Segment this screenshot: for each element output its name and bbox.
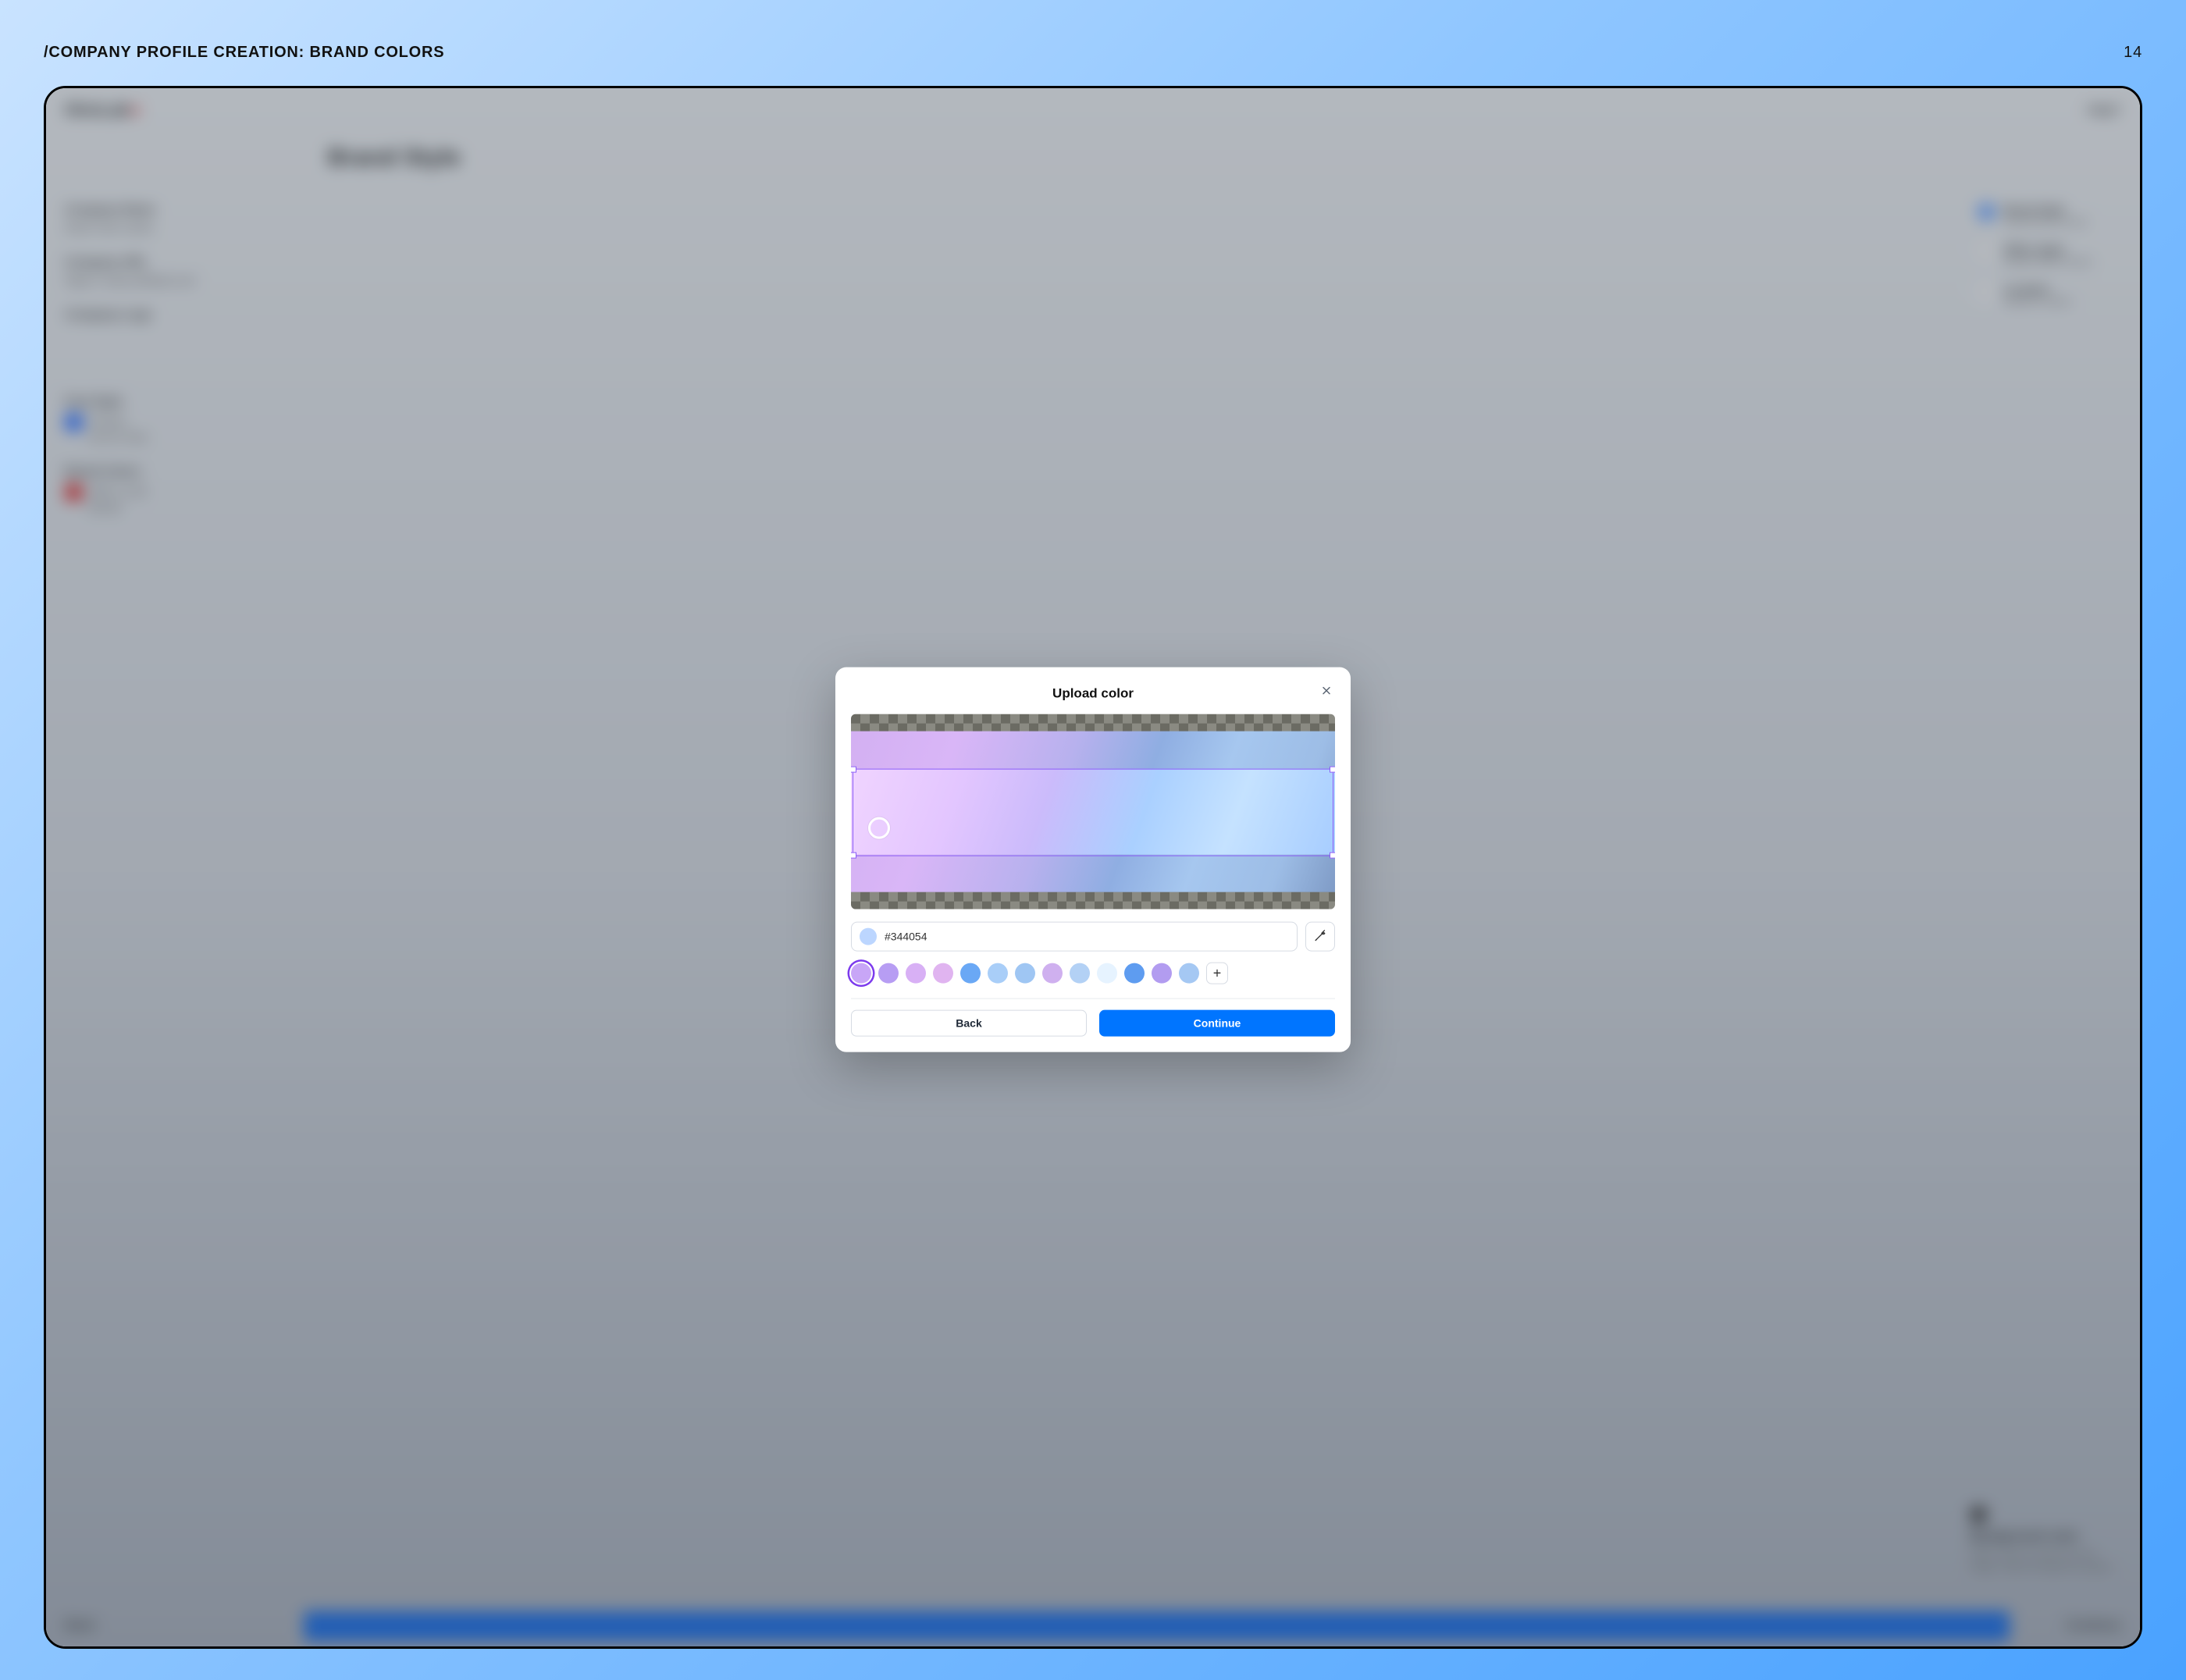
eyedropper-button[interactable] (1305, 922, 1335, 952)
back-button[interactable]: Back (851, 1010, 1087, 1037)
device-frame: HireLab● Help? Brand Style Company Name … (44, 86, 2142, 1649)
selection-rectangle[interactable] (853, 769, 1333, 856)
close-button[interactable] (1318, 683, 1335, 700)
color-swatch-12[interactable] (1179, 963, 1199, 984)
current-color-swatch (860, 928, 877, 945)
slide-header: /COMPANY PROFILE CREATION: BRAND COLORS … (44, 44, 2142, 62)
color-swatch-7[interactable] (1042, 963, 1063, 984)
eyedropper-icon (1314, 929, 1327, 945)
resize-handle-bottom-right[interactable] (1330, 852, 1335, 859)
modal-title: Upload color (851, 686, 1335, 702)
color-swatch-1[interactable] (878, 963, 899, 984)
color-sampler-ring[interactable] (868, 817, 890, 839)
color-swatch-6[interactable] (1015, 963, 1035, 984)
swatch-row: + (851, 963, 1335, 984)
resize-handle-bottom-left[interactable] (851, 852, 856, 859)
hex-input-wrapper (851, 922, 1298, 952)
plus-icon: + (1213, 966, 1222, 981)
resize-handle-top-right[interactable] (1330, 767, 1335, 773)
color-swatch-3[interactable] (933, 963, 953, 984)
add-swatch-button[interactable]: + (1206, 963, 1228, 984)
close-icon (1320, 684, 1333, 699)
color-swatch-9[interactable] (1097, 963, 1117, 984)
color-swatch-0[interactable] (851, 963, 871, 984)
color-swatch-11[interactable] (1152, 963, 1172, 984)
continue-button[interactable]: Continue (1099, 1010, 1335, 1037)
upload-color-modal: Upload color (835, 667, 1351, 1052)
divider (851, 998, 1335, 999)
color-swatch-8[interactable] (1070, 963, 1090, 984)
color-swatch-2[interactable] (906, 963, 926, 984)
hex-input[interactable] (885, 931, 1289, 943)
slide-breadcrumb: /COMPANY PROFILE CREATION: BRAND COLORS (44, 44, 444, 62)
color-picker-canvas[interactable] (851, 714, 1335, 909)
slide-page-number: 14 (2124, 44, 2142, 62)
color-swatch-4[interactable] (960, 963, 981, 984)
color-swatch-10[interactable] (1124, 963, 1145, 984)
color-swatch-5[interactable] (988, 963, 1008, 984)
resize-handle-top-left[interactable] (851, 767, 856, 773)
